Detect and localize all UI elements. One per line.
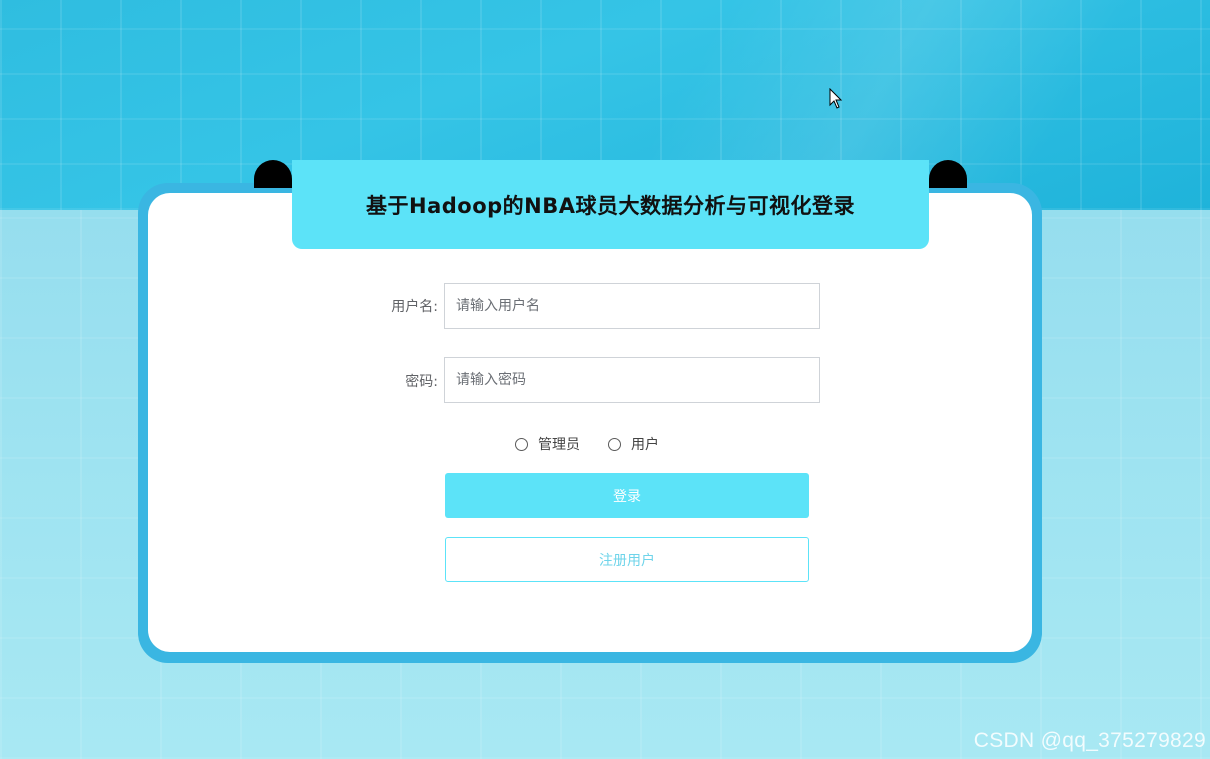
login-page: 基于Hadoop的NBA球员大数据分析与可视化登录 用户名: 密码: 管理员 用… xyxy=(0,0,1210,759)
username-input[interactable] xyxy=(444,283,820,329)
watermark: CSDN @qq_375279829 xyxy=(973,729,1206,752)
password-label: 密码: xyxy=(405,374,438,390)
password-input[interactable] xyxy=(444,357,820,403)
login-button[interactable]: 登录 xyxy=(445,473,809,518)
radio-circle-icon[interactable] xyxy=(608,437,621,451)
mouse-cursor-icon xyxy=(829,88,843,109)
role-radio-group: 管理员 用户 xyxy=(515,434,687,454)
role-radio-user-label: 用户 xyxy=(631,437,659,453)
role-radio-admin[interactable]: 管理员 xyxy=(515,434,580,454)
role-radio-user[interactable]: 用户 xyxy=(608,434,659,454)
page-title: 基于Hadoop的NBA球员大数据分析与可视化登录 xyxy=(366,193,855,218)
register-button[interactable]: 注册用户 xyxy=(445,537,809,582)
username-label: 用户名: xyxy=(391,299,438,315)
radio-circle-icon[interactable] xyxy=(515,437,528,451)
login-card xyxy=(148,193,1032,652)
role-radio-admin-label: 管理员 xyxy=(538,437,580,453)
title-banner: 基于Hadoop的NBA球员大数据分析与可视化登录 xyxy=(292,160,929,249)
